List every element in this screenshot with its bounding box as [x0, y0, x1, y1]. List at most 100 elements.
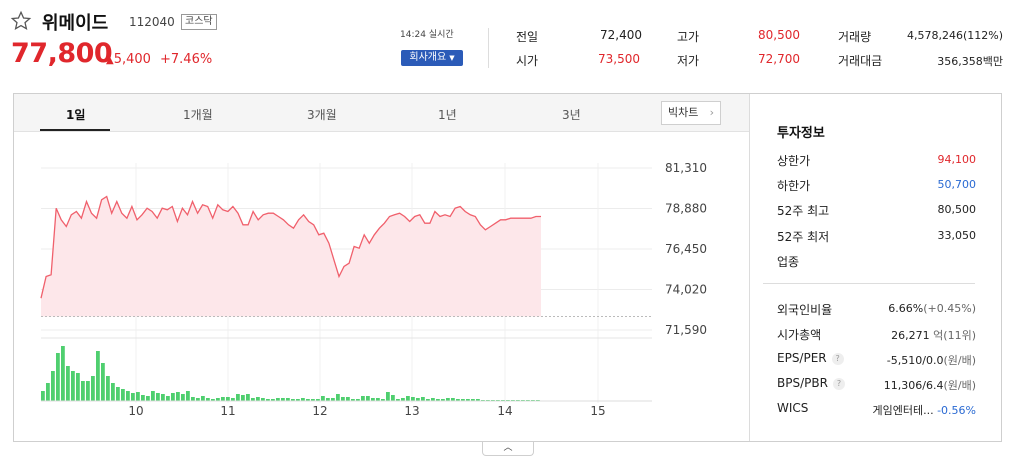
volume-bar	[366, 396, 370, 401]
volume-bar	[171, 393, 175, 401]
wics-industry-link[interactable]: 게임엔터테...	[872, 404, 933, 417]
bps-pbr-label: BPS/PBR?	[777, 376, 845, 390]
eps-per-label: EPS/PER?	[777, 351, 844, 365]
tab-3year[interactable]: 3년	[562, 106, 581, 123]
volume-bar	[226, 397, 230, 401]
y-tick-label: 78,880	[665, 202, 707, 216]
price-area	[41, 196, 541, 317]
volume-bar	[246, 394, 250, 401]
volume-bar	[56, 353, 60, 401]
volume-bar	[346, 397, 350, 401]
collapse-toggle[interactable]: ︿	[482, 442, 534, 456]
volume-bar	[136, 392, 140, 401]
volume-bar	[201, 396, 205, 401]
high-value: 80,500	[758, 28, 800, 42]
volume-bar	[236, 394, 240, 401]
tab-1month[interactable]: 1개월	[183, 106, 213, 123]
bps-pbr-value: 11,306/6.4(원/배)	[884, 377, 976, 393]
y-tick-label: 81,310	[665, 161, 707, 175]
volume-bar	[121, 389, 125, 401]
bps-pbr-unit: (원/배)	[943, 379, 976, 392]
tab-3month[interactable]: 3개월	[307, 106, 337, 123]
volume-bar	[406, 396, 410, 401]
volume-bar	[71, 371, 75, 401]
help-icon[interactable]: ?	[831, 353, 844, 365]
volume-bar	[411, 397, 415, 401]
x-tick-label: 12	[312, 404, 327, 418]
stock-name: 위메이드	[42, 13, 109, 34]
amount-label: 거래대금	[838, 54, 883, 68]
industry-label: 업종	[777, 255, 800, 269]
52w-high-label: 52주 최고	[777, 204, 830, 218]
foreign-ratio-number: 6.66%	[888, 302, 924, 315]
volume-bar	[221, 397, 225, 401]
volume-bar	[131, 393, 135, 401]
volume-bar	[106, 376, 110, 401]
stock-code: 112040	[129, 15, 175, 29]
volume-bar	[166, 396, 170, 401]
upper-limit-value: 94,100	[937, 153, 977, 166]
tab-1year[interactable]: 1년	[438, 106, 457, 123]
lower-limit-value: 50,700	[937, 178, 977, 191]
volume-bar	[146, 396, 150, 401]
volume-bar	[341, 397, 345, 401]
help-icon[interactable]: ?	[832, 378, 845, 390]
big-chart-label: 빅차트	[668, 106, 699, 119]
upper-limit-label: 상한가	[777, 154, 811, 168]
x-tick-label: 10	[128, 404, 143, 418]
volume-bar	[91, 376, 95, 401]
prev-close-value: 72,400	[600, 28, 642, 42]
favorite-star-icon[interactable]	[10, 10, 32, 32]
volume-bar	[421, 397, 425, 401]
bps-pbr-number: 11,306/6.4	[883, 379, 944, 392]
eps-per-value: -5,510/0.0(원/배)	[887, 352, 976, 368]
volume-bar	[186, 391, 190, 401]
investment-divider	[763, 283, 975, 284]
foreign-ratio-label: 외국인비율	[777, 303, 833, 317]
volume-bar	[61, 346, 65, 401]
y-tick-label: 71,590	[665, 323, 707, 337]
company-overview-label: 회사개요	[409, 52, 447, 63]
eps-per-number: -5,510/0.0	[886, 354, 944, 367]
low-label: 저가	[677, 54, 700, 68]
volume-bar	[111, 383, 115, 401]
big-chart-button[interactable]: 빅차트 ›	[661, 101, 721, 125]
foreign-ratio-change: (+0.45%)	[923, 302, 976, 315]
volume-bar	[101, 363, 105, 401]
active-tab-indicator	[40, 129, 110, 131]
caret-down-icon: ▼	[449, 54, 455, 62]
volume-bar	[86, 381, 90, 401]
company-overview-button[interactable]: 회사개요 ▼	[401, 50, 463, 66]
header-divider	[488, 28, 489, 68]
volume-bar	[391, 395, 395, 401]
volume-bar	[361, 396, 365, 401]
volume-bar	[256, 397, 260, 401]
52w-low-value: 33,050	[937, 229, 977, 242]
x-tick-label: 13	[404, 404, 419, 418]
volume-label: 거래량	[838, 30, 872, 44]
volume-bar	[156, 393, 160, 401]
volume-bar	[116, 387, 120, 401]
intraday-chart: 81,310 78,880 76,450 74,020 71,590 10 11 12 13 14…	[40, 161, 707, 418]
y-tick-label: 76,450	[665, 242, 707, 256]
volume-bar	[161, 394, 165, 401]
volume-bar	[386, 392, 390, 401]
volume-bar	[321, 396, 325, 401]
price-change-rate: +7.46%	[160, 52, 213, 67]
volume-bar	[241, 395, 245, 401]
period-tabs	[14, 94, 749, 132]
volume-bar	[126, 391, 130, 401]
market-cap-value: 26,271 억(11위)	[891, 327, 976, 343]
market-badge: 코스닥	[181, 14, 217, 30]
volume-bar	[141, 395, 145, 401]
realtime-label: 14:24 실시간	[400, 30, 454, 40]
lower-limit-label: 하한가	[777, 179, 811, 193]
y-tick-label: 74,020	[665, 283, 707, 297]
amount-number: 356,358	[937, 55, 983, 68]
open-value: 73,500	[598, 52, 640, 66]
volume-bar	[96, 351, 100, 401]
price-change-value: 5,400	[113, 52, 151, 67]
tab-1day[interactable]: 1일	[66, 106, 85, 123]
eps-per-text: EPS/PER	[777, 351, 827, 365]
volume-bar	[176, 392, 180, 401]
